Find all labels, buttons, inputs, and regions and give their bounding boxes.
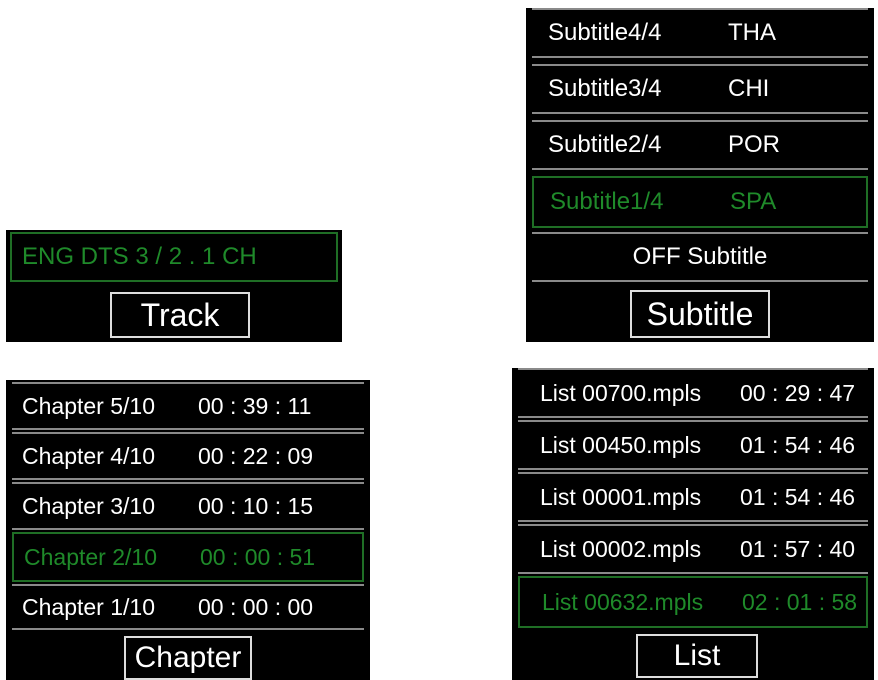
subtitle-item[interactable]: Subtitle4/4 THA xyxy=(532,8,868,58)
subtitle-panel: Subtitle4/4 THA Subtitle3/4 CHI Subtitle… xyxy=(526,8,874,342)
playlist-item[interactable]: List 00450.mpls 01 : 54 : 46 xyxy=(518,420,868,470)
subtitle-item[interactable]: Subtitle2/4 POR xyxy=(532,120,868,170)
chapter-item[interactable]: Chapter 1/10 00 : 00 : 00 xyxy=(12,584,364,630)
chapter-time: 00 : 39 : 11 xyxy=(198,392,312,419)
playlist-name: List 00002.mpls xyxy=(540,535,702,562)
subtitle-name: Subtitle4/4 xyxy=(548,19,662,46)
subtitle-name: Subtitle2/4 xyxy=(548,131,662,158)
playlist-item-selected[interactable]: List 00632.mpls 02 : 01 : 58 xyxy=(518,576,868,628)
playlist-title-button[interactable]: List xyxy=(636,634,758,678)
subtitle-off-option[interactable]: OFF Subtitle xyxy=(532,232,868,282)
chapter-item[interactable]: Chapter 3/10 00 : 10 : 15 xyxy=(12,482,364,530)
track-panel: ENG DTS 3 / 2 . 1 CH Track xyxy=(6,230,342,342)
chapter-name: Chapter 3/10 xyxy=(22,492,155,519)
chapter-time: 00 : 10 : 15 xyxy=(198,492,314,519)
subtitle-name: Subtitle1/4 xyxy=(550,188,664,215)
subtitle-title-button[interactable]: Subtitle xyxy=(630,290,770,338)
playlist-name: List 00632.mpls xyxy=(542,588,704,615)
chapter-time: 00 : 22 : 09 xyxy=(198,442,314,469)
chapter-item-selected[interactable]: Chapter 2/10 00 : 00 : 51 xyxy=(12,532,364,582)
playlist-time: 00 : 29 : 47 xyxy=(740,379,856,406)
subtitle-name: Subtitle3/4 xyxy=(548,75,662,102)
chapter-name: Chapter 4/10 xyxy=(22,442,155,469)
playlist-name: List 00001.mpls xyxy=(540,483,702,510)
playlist-panel: List 00700.mpls 00 : 29 : 47 List 00450.… xyxy=(512,368,874,680)
playlist-time: 01 : 54 : 46 xyxy=(740,483,856,510)
subtitle-item-selected[interactable]: Subtitle1/4 SPA xyxy=(532,176,868,228)
chapter-time: 00 : 00 : 00 xyxy=(198,593,314,620)
playlist-item[interactable]: List 00700.mpls 00 : 29 : 47 xyxy=(518,368,868,418)
subtitle-lang: THA xyxy=(728,19,776,46)
chapter-name: Chapter 2/10 xyxy=(24,543,157,570)
chapter-name: Chapter 1/10 xyxy=(22,593,155,620)
playlist-name: List 00450.mpls xyxy=(540,431,702,458)
playlist-time: 02 : 01 : 58 xyxy=(742,588,858,615)
track-title-button[interactable]: Track xyxy=(110,292,250,338)
chapter-name: Chapter 5/10 xyxy=(22,392,155,419)
track-option-label: ENG DTS 3 / 2 . 1 CH xyxy=(22,243,257,270)
chapter-item[interactable]: Chapter 5/10 00 : 39 : 11 xyxy=(12,382,364,430)
chapter-time: 00 : 00 : 51 xyxy=(200,543,316,570)
chapter-title-button[interactable]: Chapter xyxy=(124,636,252,680)
subtitle-lang: CHI xyxy=(728,75,770,102)
subtitle-lang: POR xyxy=(728,131,781,158)
track-option-selected[interactable]: ENG DTS 3 / 2 . 1 CH xyxy=(10,232,338,282)
subtitle-item[interactable]: Subtitle3/4 CHI xyxy=(532,64,868,114)
playlist-item[interactable]: List 00001.mpls 01 : 54 : 46 xyxy=(518,472,868,522)
playlist-name: List 00700.mpls xyxy=(540,379,702,406)
playlist-time: 01 : 57 : 40 xyxy=(740,535,856,562)
subtitle-off-label: OFF Subtitle xyxy=(632,243,768,270)
subtitle-lang: SPA xyxy=(730,188,777,215)
chapter-panel: Chapter 5/10 00 : 39 : 11 Chapter 4/10 0… xyxy=(6,380,370,680)
chapter-item[interactable]: Chapter 4/10 00 : 22 : 09 xyxy=(12,432,364,480)
playlist-item[interactable]: List 00002.mpls 01 : 57 : 40 xyxy=(518,524,868,574)
playlist-time: 01 : 54 : 46 xyxy=(740,431,856,458)
